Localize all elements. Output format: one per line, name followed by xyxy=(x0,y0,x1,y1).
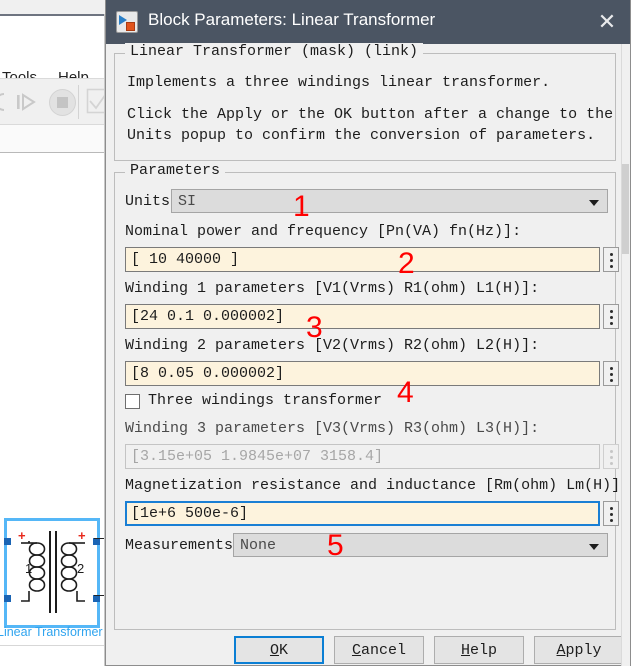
ok-mnemonic: O xyxy=(269,641,279,659)
cancel-rest: ancel xyxy=(361,641,407,659)
winding2-value: [8 0.05 0.000002] xyxy=(131,365,285,382)
selection-handle-tl[interactable] xyxy=(4,538,11,545)
stop-button-icon[interactable] xyxy=(48,88,77,122)
annotation-marker-1: 1 xyxy=(293,190,310,223)
apply-mnemonic: A xyxy=(556,641,566,659)
winding2-label: Winding 2 parameters [V2(Vrms) R2(ohm) L… xyxy=(125,337,540,354)
winding1-label: Winding 1 parameters [V1(Vrms) R1(ohm) L… xyxy=(125,280,540,297)
three-windings-checkbox[interactable] xyxy=(125,394,140,409)
apply-rest: pply xyxy=(565,641,602,659)
dialog-scrollbar-thumb[interactable] xyxy=(622,164,629,254)
description-line-4: Units popup to confirm the conversion of… xyxy=(127,127,596,144)
description-group: Linear Transformer (mask) (link) Impleme… xyxy=(114,43,616,161)
help-mnemonic: H xyxy=(460,641,470,659)
units-label: Units xyxy=(125,193,171,210)
block-label-linear-transformer: Linear Transformer xyxy=(0,625,103,639)
winding1-input[interactable]: [24 0.1 0.000002] xyxy=(125,304,600,329)
measurements-dropdown[interactable]: None xyxy=(233,533,608,557)
winding2-expand-button[interactable] xyxy=(603,361,619,386)
description-line-1: Implements a three windings linear trans… xyxy=(127,74,551,91)
units-dropdown[interactable]: SI xyxy=(171,189,608,213)
dialog-title: Block Parameters: Linear Transformer xyxy=(148,10,436,29)
annotation-marker-3: 3 xyxy=(306,311,323,344)
measurements-value: None xyxy=(240,537,277,554)
simulink-block-icon xyxy=(116,11,138,33)
annotation-marker-5: 5 xyxy=(327,529,344,562)
svg-text:1: 1 xyxy=(25,561,32,576)
dialog-body: Linear Transformer (mask) (link) Impleme… xyxy=(106,43,630,666)
simulink-menubar: Tools Help xyxy=(0,16,110,86)
parameters-group: Parameters Units SI Nominal power and fr… xyxy=(114,162,629,630)
description-line-3: Click the Apply or the OK button after a… xyxy=(127,106,614,123)
simulink-statusbar-divider xyxy=(0,645,104,646)
chevron-down-icon xyxy=(589,544,599,550)
winding3-expand-button xyxy=(603,444,619,469)
winding2-input[interactable]: [8 0.05 0.000002] xyxy=(125,361,600,386)
selection-handle-bl[interactable] xyxy=(4,595,11,602)
help-rest: elp xyxy=(470,641,498,659)
winding3-input: [3.15e+05 1.9845e+07 3158.4] xyxy=(125,444,600,469)
magnetization-value: [1e+6 500e-6] xyxy=(131,505,249,522)
measurements-label: Measurements xyxy=(125,537,234,554)
parameters-legend: Parameters xyxy=(125,162,226,179)
block-linear-transformer[interactable]: 1 2 + + xyxy=(4,518,100,628)
nominal-value: [ 10 40000 ] xyxy=(131,251,240,268)
simulink-tabstrip xyxy=(0,125,110,153)
step-forward-icon[interactable] xyxy=(14,90,40,119)
description-legend: Linear Transformer (mask) (link) xyxy=(125,43,424,60)
screenshot-root: Tools Help xyxy=(0,0,631,666)
back-arrow-icon[interactable] xyxy=(0,90,12,119)
magnetization-expand-button[interactable] xyxy=(603,501,619,526)
block-parameters-dialog: Block Parameters: Linear Transformer ✕ L… xyxy=(105,0,631,666)
winding3-value: [3.15e+05 1.9845e+07 3158.4] xyxy=(131,448,384,465)
selection-handle-br[interactable] xyxy=(93,595,100,602)
toolbar-separator xyxy=(78,85,79,119)
simulink-titlebar-strip xyxy=(0,0,110,14)
chevron-down-icon xyxy=(589,200,599,206)
apply-button[interactable]: Apply xyxy=(534,636,624,664)
winding1-value: [24 0.1 0.000002] xyxy=(131,308,285,325)
cancel-mnemonic: C xyxy=(351,641,361,659)
winding3-label: Winding 3 parameters [V3(Vrms) R3(ohm) L… xyxy=(125,420,540,437)
polarity-plus-primary: + xyxy=(18,528,26,543)
selection-handle-tr[interactable] xyxy=(93,538,100,545)
nominal-input[interactable]: [ 10 40000 ] xyxy=(125,247,600,272)
nominal-expand-button[interactable] xyxy=(603,247,619,272)
dialog-scrollbar[interactable] xyxy=(621,44,630,666)
svg-text:2: 2 xyxy=(77,561,84,576)
dialog-titlebar[interactable]: Block Parameters: Linear Transformer ✕ xyxy=(106,0,630,44)
ok-button[interactable]: OK xyxy=(234,636,324,664)
three-windings-label: Three windings transformer xyxy=(148,392,383,409)
close-icon[interactable]: ✕ xyxy=(592,9,622,35)
magnetization-label: Magnetization resistance and inductance … xyxy=(125,477,630,494)
units-value: SI xyxy=(178,193,197,210)
orange-square-icon xyxy=(126,22,135,31)
simulink-toolbar xyxy=(0,78,112,125)
help-button[interactable]: Help xyxy=(434,636,524,664)
polarity-plus-secondary: + xyxy=(78,528,86,543)
magnetization-input[interactable]: [1e+6 500e-6] xyxy=(125,501,600,526)
nominal-label: Nominal power and frequency [Pn(VA) fn(H… xyxy=(125,223,522,240)
cancel-button[interactable]: Cancel xyxy=(334,636,424,664)
annotation-marker-4: 4 xyxy=(397,376,414,409)
ok-rest: K xyxy=(279,641,289,659)
simulink-canvas[interactable]: 1 2 + + Linear Transformer xyxy=(0,155,106,645)
winding1-expand-button[interactable] xyxy=(603,304,619,329)
annotation-marker-2: 2 xyxy=(398,247,415,280)
